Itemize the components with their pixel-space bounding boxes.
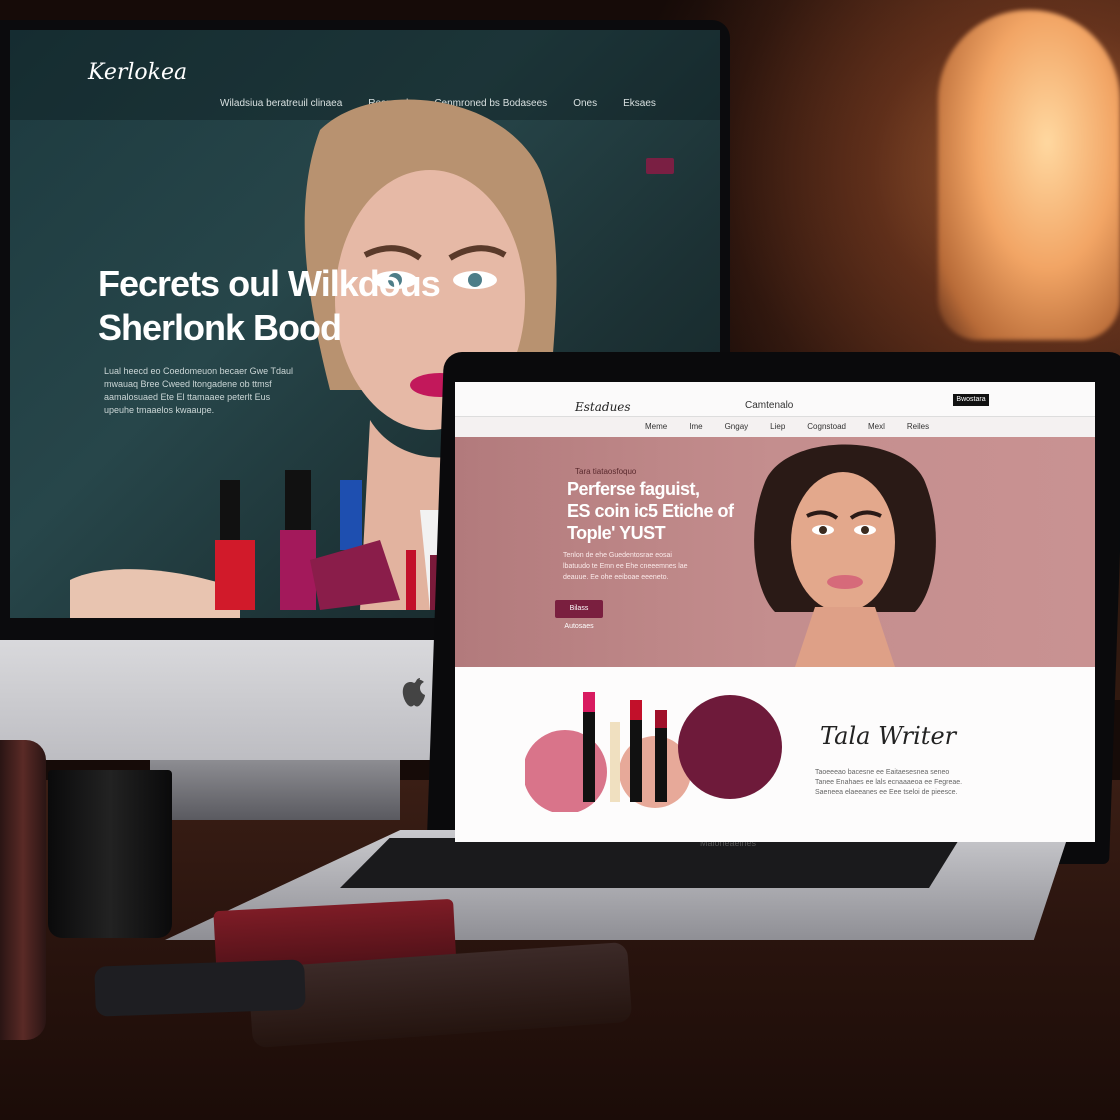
imac-hero-title-line: Sherlonk Bood (98, 307, 342, 348)
laptop-hero-title: Perferse faguist, ES coin ic5 Etiche of … (567, 478, 734, 544)
lamp (938, 10, 1120, 340)
imac-hero-title-line: Fecrets oul Wilkdous (98, 263, 441, 304)
imac-header-button[interactable] (646, 158, 674, 174)
lipstick-palette-image (525, 692, 782, 812)
laptop-hero-body: Tenlon de ehe Guedentosrae eosai lbatuud… (563, 552, 688, 581)
imac-nav-item[interactable]: Eksaes (623, 98, 656, 109)
laptop-nav-item[interactable]: Cognstoad (807, 422, 846, 431)
laptop-site-logo[interactable]: Estadues (575, 400, 631, 414)
apple-icon (402, 678, 425, 707)
imac-stand (150, 760, 400, 820)
laptop-hero-title-line: ES coin ic5 Etiche of (567, 501, 734, 521)
laptop-lower-body: Taoeeeao bacesne ee Eaitaesesnea seneo T… (815, 769, 963, 796)
laptop-nav-item[interactable]: Gngay (725, 422, 749, 431)
laptop-nav-item[interactable]: Liep (770, 422, 785, 431)
laptop-screen: Estadues Camtenalo Bwostara Meme Ime Gng… (455, 382, 1095, 842)
laptop-nav-item[interactable]: Mexl (868, 422, 885, 431)
imac-chin (0, 640, 470, 760)
phone (94, 959, 306, 1017)
laptop-site-nav: Meme Ime Gngay Liep Cognstoad Mexl Reile… (645, 422, 929, 431)
laptop-hero-kicker: Tara tiataosfoquo (575, 467, 637, 476)
laptop-nav-item[interactable]: Ime (689, 422, 702, 431)
laptop-hero-cta-button[interactable]: Bilass Autosaes (555, 600, 603, 630)
laptop-site-brand[interactable]: Camtenalo (745, 400, 793, 411)
laptop-hero-title-line: Perferse faguist, (567, 479, 700, 499)
laptop-keyboard (340, 838, 960, 888)
imac-site-logo[interactable]: Kerlokea (88, 60, 187, 85)
laptop-hero-portrait (754, 444, 936, 667)
pen-cup (48, 770, 172, 938)
vase (0, 740, 46, 1040)
laptop-signature-heading: Tala Writer (820, 722, 957, 750)
photo-scene: Kerlokea Wiladsiua beratreuil clinaea Re… (0, 0, 1120, 1120)
laptop-nav-item[interactable]: Meme (645, 422, 667, 431)
imac-hero-title: Fecrets oul Wilkdous Sherlonk Bood (98, 262, 441, 350)
makeup-products (70, 470, 440, 618)
laptop-nav-item[interactable]: Reiles (907, 422, 929, 431)
imac-hero-body: Lual heecd eo Coedomeuon becaer Gwe Tdau… (104, 366, 293, 415)
laptop-hero-title-line: Tople' YUST (567, 523, 666, 543)
laptop-header-button[interactable]: Bwostara (953, 394, 989, 406)
